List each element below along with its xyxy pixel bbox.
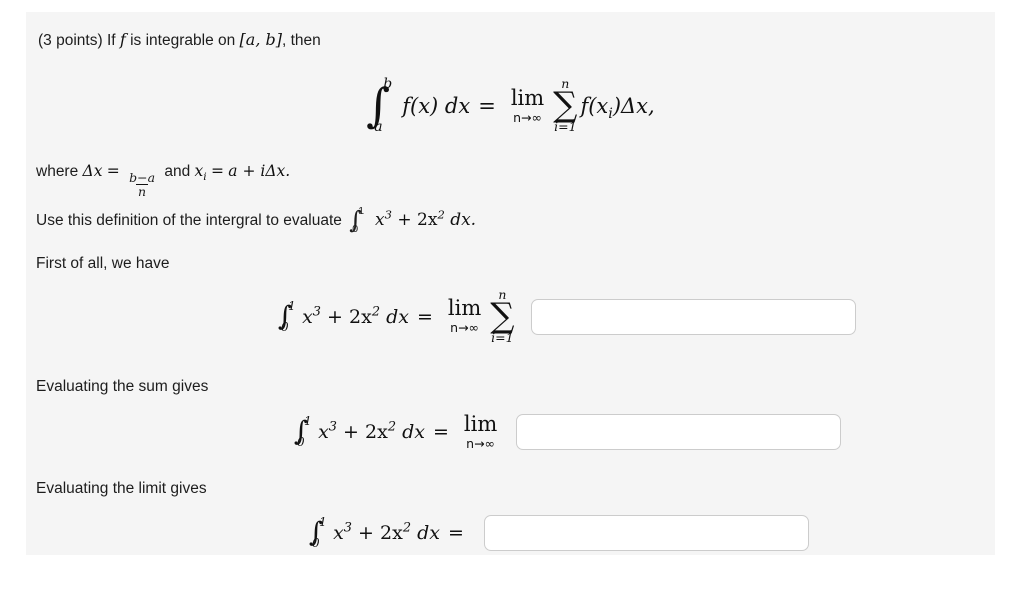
row-2-expression: ∫ 1 0 x3 + 2x2 dx = lim n→∞	[294, 414, 504, 451]
x-sub-i-value: a + iΔx.	[228, 162, 291, 180]
summation-operator: n ∑ i=1	[490, 288, 515, 345]
integral-symbol: ∫ 1 0	[309, 514, 327, 551]
equals-sign-2: =	[210, 162, 224, 180]
sum-lower-bound: i=1	[554, 119, 577, 135]
integrand-expression: x3 + 2x2 dx	[302, 304, 409, 328]
limit-operator: lim n→∞	[464, 414, 497, 451]
answer-row-final: ∫ 1 0 x3 + 2x2 dx =	[309, 515, 809, 551]
instruction-line: Use this definition of the intergral to …	[36, 204, 477, 236]
inline-integral-symbol: ∫ 1 0	[349, 204, 365, 236]
sum-lower-bound: i=1	[491, 329, 514, 345]
first-step-label: First of all, we have	[36, 255, 170, 272]
integral-upper-limit: 1	[304, 414, 312, 429]
prompt-text-end: , then	[281, 32, 321, 49]
integral-upper-limit: b	[383, 76, 393, 93]
question-prompt: (3 points) If f is integrable on [a, b],…	[38, 30, 321, 50]
evaluating-sum-label: Evaluating the sum gives	[36, 378, 209, 395]
fraction-numerator: b−a	[129, 169, 156, 185]
summation-operator: n ∑ i=1	[553, 78, 577, 133]
row-1-expression: ∫ 1 0 x3 + 2x2 dx = lim n→∞ n ∑ i=1	[278, 288, 518, 345]
prompt-text-mid: is integrable on	[130, 32, 236, 49]
answer-input-limit-expression[interactable]	[516, 414, 842, 451]
integral-lower-limit: a	[374, 118, 383, 135]
instruction-text: Use this definition of the intergral to …	[36, 212, 342, 229]
integral-symbol: ∫ b a	[366, 76, 393, 135]
equals-sign: =	[478, 93, 496, 118]
evaluating-limit-label: Evaluating the limit gives	[36, 480, 207, 497]
inline-integrand: x3 + 2x2 dx.	[375, 207, 477, 230]
integral-symbol: ∫ 1 0	[294, 414, 312, 450]
inline-lower-limit: 0	[352, 223, 359, 236]
summand-expression: f(xi)Δx,	[580, 93, 655, 123]
limit-operator: lim n→∞	[510, 85, 545, 125]
where-label: where	[36, 163, 79, 180]
answer-input-sum-expression[interactable]	[530, 298, 856, 335]
limit-subscript: n→∞	[466, 436, 495, 451]
function-symbol-f: f	[119, 30, 126, 49]
integral-lower-limit: 0	[297, 435, 305, 450]
integrand-expression: x3 + 2x2 dx	[333, 520, 440, 544]
equals-sign: =	[416, 305, 433, 328]
row-3-expression: ∫ 1 0 x3 + 2x2 dx =	[309, 514, 472, 551]
and-label: and	[164, 163, 191, 180]
equals-sign: =	[432, 421, 449, 444]
integral-lower-limit: 0	[312, 536, 320, 551]
integral-upper-limit: 1	[288, 298, 296, 313]
equals-sign: =	[106, 162, 120, 180]
answer-input-final-value[interactable]	[483, 515, 809, 551]
answer-row-limit: ∫ 1 0 x3 + 2x2 dx = lim n→∞	[294, 414, 842, 451]
points-label: (3 points)	[38, 32, 103, 49]
integrand: f(x) dx	[402, 93, 471, 118]
delta-x-fraction: b−a n	[127, 169, 157, 199]
integral-lower-limit: 0	[281, 319, 289, 334]
equals-sign: =	[447, 522, 464, 544]
x-sub-i-symbol: xi	[194, 162, 207, 184]
limit-operator: lim n→∞	[448, 298, 481, 335]
limit-subscript: n→∞	[513, 109, 542, 125]
integral-symbol: ∫ 1 0	[278, 298, 296, 334]
fraction-denominator: n	[136, 183, 149, 199]
answer-row-sum: ∫ 1 0 x3 + 2x2 dx = lim n→∞ n ∑ i=1	[278, 288, 856, 345]
limit-label: lim	[510, 85, 545, 110]
where-definition-line: where Δx = b−a n and xi = a + iΔx.	[36, 162, 290, 198]
sigma-icon: ∑	[553, 84, 578, 125]
inline-upper-limit: 1	[358, 204, 365, 217]
prompt-text-pre: If	[106, 32, 116, 49]
integral-upper-limit: 1	[319, 514, 327, 529]
integrand-expression: x3 + 2x2 dx	[318, 419, 425, 444]
definition-formula: ∫ b a f(x) dx = lim n→∞ n ∑ i=1 f(xi)Δx,	[26, 70, 995, 142]
limit-subscript: n→∞	[450, 320, 479, 336]
limit-label: lim	[447, 296, 482, 321]
limit-label: lim	[463, 412, 498, 436]
interval-ab: [a, b]	[239, 30, 282, 49]
worksheet-panel: (3 points) If f is integrable on [a, b],…	[26, 12, 995, 555]
sigma-icon: ∑	[490, 295, 515, 336]
delta-x-symbol: Δx	[82, 162, 103, 180]
